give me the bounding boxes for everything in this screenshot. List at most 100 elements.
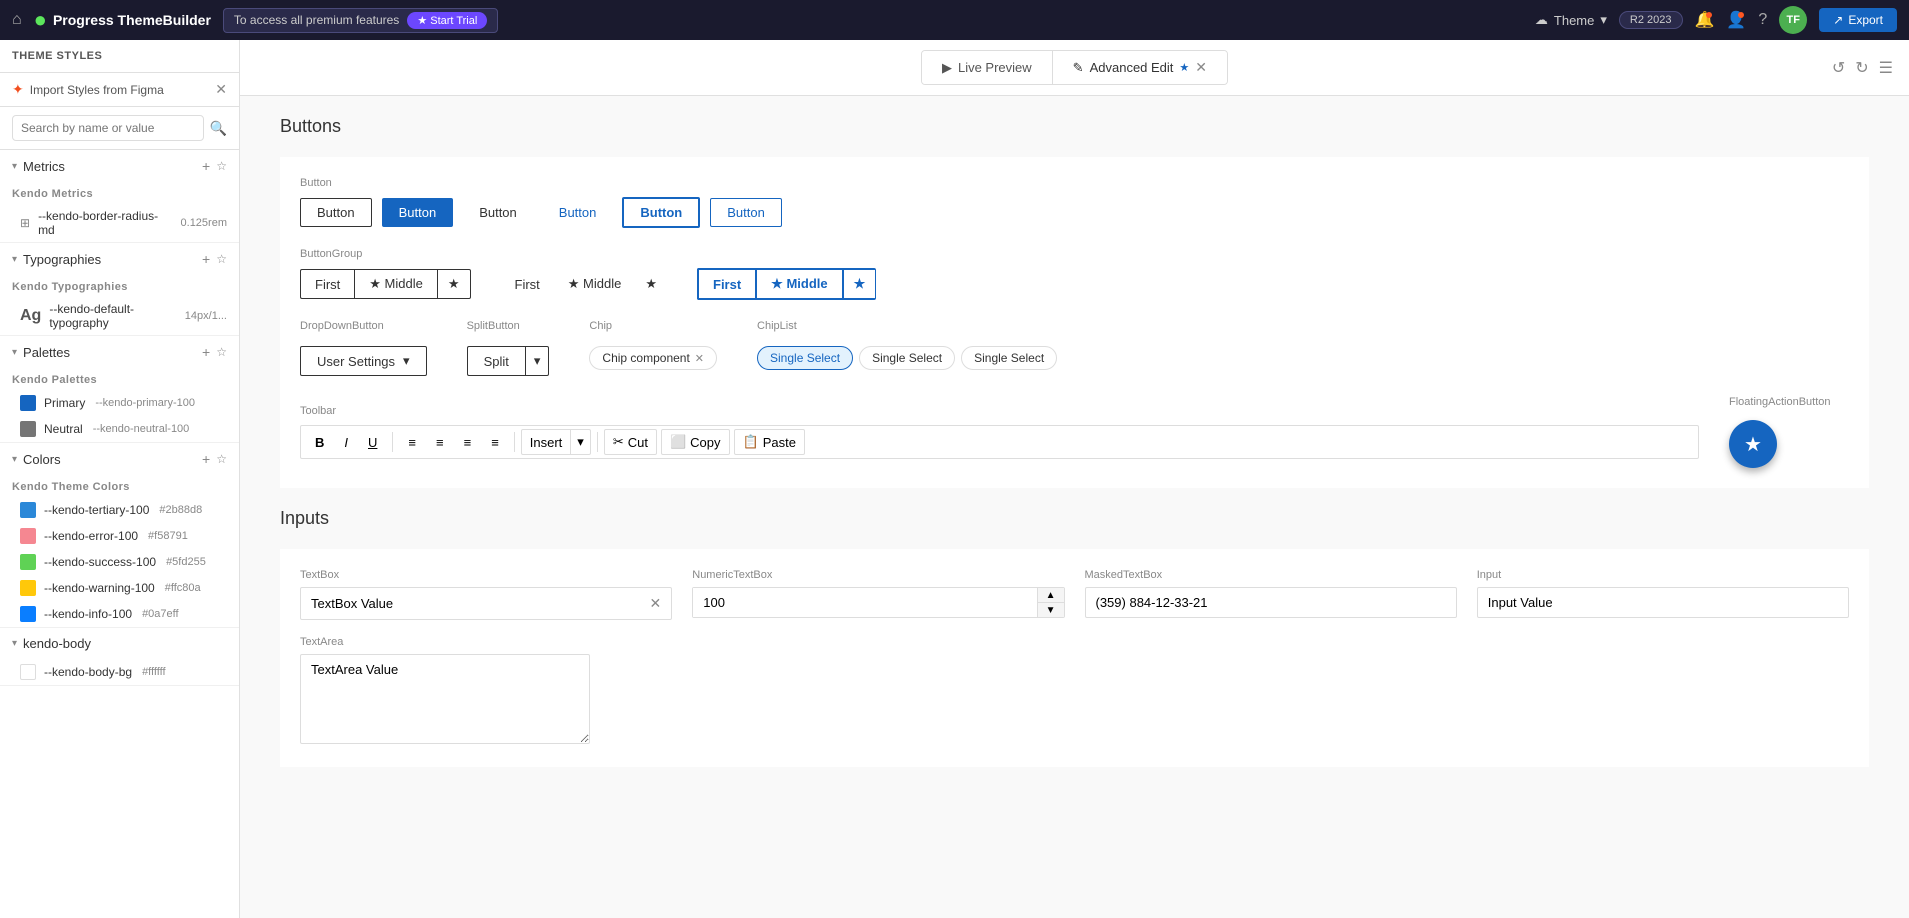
textbox-input[interactable] bbox=[311, 596, 644, 611]
primary-color-swatch bbox=[20, 395, 36, 411]
typographies-label: Typographies bbox=[23, 252, 196, 267]
figma-icon: ✦ bbox=[12, 81, 24, 98]
typography-default[interactable]: Ag --kendo-default-typography 14px/1... bbox=[0, 297, 239, 335]
toolbar-align-right-button[interactable]: ≡ bbox=[455, 430, 481, 455]
spinner-down-button[interactable]: ▼ bbox=[1038, 603, 1064, 617]
redo-button[interactable]: ↻ bbox=[1855, 58, 1868, 78]
add-metric-button[interactable]: + bbox=[202, 158, 210, 174]
advanced-edit-tab[interactable]: ✎ Advanced Edit ★ ✕ bbox=[1053, 51, 1227, 84]
btn-group1-middle[interactable]: ★ Middle bbox=[354, 269, 437, 299]
button-outline[interactable]: Button bbox=[300, 198, 372, 227]
btn-group3-first[interactable]: First bbox=[697, 268, 755, 300]
user-avatar[interactable]: TF bbox=[1779, 6, 1807, 34]
chip-component[interactable]: Chip component ✕ bbox=[589, 346, 717, 370]
advanced-edit-close-icon[interactable]: ✕ bbox=[1195, 59, 1207, 76]
numeric-input[interactable] bbox=[693, 588, 1036, 617]
toolbar-copy-button[interactable]: ⬜ Copy bbox=[661, 429, 730, 455]
btn-group2-star[interactable]: ★ bbox=[635, 270, 667, 298]
sidebar-section-metrics-header[interactable]: ▾ Metrics + ☆ bbox=[0, 150, 239, 182]
add-palette-button[interactable]: + bbox=[202, 344, 210, 360]
toolbar-align-center-button[interactable]: ≡ bbox=[427, 430, 453, 455]
palette-neutral[interactable]: Neutral --kendo-neutral-100 bbox=[0, 416, 239, 442]
toolbar-insert-arrow-button[interactable]: ▾ bbox=[571, 430, 590, 454]
masked-textbox-field[interactable] bbox=[1085, 587, 1457, 618]
toolbar-paste-button[interactable]: 📋 Paste bbox=[734, 429, 805, 455]
btn-group2-middle[interactable]: ★ Middle bbox=[554, 270, 636, 298]
button-outline-light[interactable]: Button bbox=[710, 198, 782, 227]
theme-selector[interactable]: ☁ Theme ▾ bbox=[1535, 12, 1607, 28]
color-tertiary[interactable]: --kendo-tertiary-100 #2b88d8 bbox=[0, 497, 239, 523]
dropdown-button[interactable]: User Settings ▾ bbox=[300, 346, 427, 376]
palette-primary[interactable]: Primary --kendo-primary-100 bbox=[0, 390, 239, 416]
toolbar-bold-button[interactable]: B bbox=[306, 430, 333, 455]
masked-textbox-input[interactable] bbox=[1096, 595, 1446, 610]
split-arrow-button[interactable]: ▾ bbox=[525, 346, 550, 376]
color-warning[interactable]: --kendo-warning-100 #ffc80a bbox=[0, 575, 239, 601]
kendo-body-section-header[interactable]: ▾ kendo-body bbox=[0, 628, 239, 659]
button-link[interactable]: Button bbox=[543, 199, 613, 226]
chip-item-3[interactable]: Single Select bbox=[961, 346, 1057, 370]
star-palettes-button[interactable]: ☆ bbox=[216, 345, 227, 359]
star-metrics-button[interactable]: ☆ bbox=[216, 159, 227, 173]
button-primary[interactable]: Button bbox=[382, 198, 454, 227]
live-preview-tab[interactable]: ▶ Live Preview bbox=[922, 51, 1053, 84]
add-typography-button[interactable]: + bbox=[202, 251, 210, 267]
toolbar-align-justify-button[interactable]: ≡ bbox=[482, 430, 508, 455]
textbox-field[interactable]: ✕ bbox=[300, 587, 672, 620]
figma-import-close-button[interactable]: ✕ bbox=[215, 81, 227, 98]
toolbar-cut-button[interactable]: ✂ Cut bbox=[604, 429, 657, 455]
toolbar-align-left-button[interactable]: ≡ bbox=[399, 430, 425, 455]
btn-group3-star[interactable]: ★ bbox=[842, 268, 877, 300]
start-trial-button[interactable]: ★ Start Trial bbox=[407, 12, 487, 29]
button-outline-primary[interactable]: Button bbox=[622, 197, 700, 228]
sidebar-section-palettes-header[interactable]: ▾ Palettes + ☆ bbox=[0, 336, 239, 368]
sidebar-section-metrics: ▾ Metrics + ☆ Kendo Metrics ⊞ --kendo-bo… bbox=[0, 150, 239, 243]
content-wrapper: Buttons Button Button Button Button Butt… bbox=[240, 96, 1909, 787]
split-main-button[interactable]: Split bbox=[467, 346, 525, 376]
color-info[interactable]: --kendo-info-100 #0a7eff bbox=[0, 601, 239, 627]
search-input[interactable] bbox=[12, 115, 204, 141]
btn-group1-first[interactable]: First bbox=[300, 269, 354, 299]
btn-group3-middle[interactable]: ★ Middle bbox=[755, 268, 841, 300]
settings-icon[interactable]: ☰ bbox=[1879, 58, 1893, 78]
top-navigation: ⌂ ● Progress ThemeBuilder To access all … bbox=[0, 0, 1909, 40]
undo-button[interactable]: ↺ bbox=[1832, 58, 1845, 78]
toolbar-insert-button[interactable]: Insert bbox=[522, 430, 572, 454]
metric-border-radius[interactable]: ⊞ --kendo-border-radius-md 0.125rem bbox=[0, 204, 239, 242]
star-typography-button[interactable]: ☆ bbox=[216, 252, 227, 266]
sidebar-section-colors-header[interactable]: ▾ Colors + ☆ bbox=[0, 443, 239, 475]
sidebar-section-typographies: ▾ Typographies + ☆ Kendo Typographies Ag… bbox=[0, 243, 239, 336]
input-input[interactable] bbox=[1488, 595, 1838, 610]
kendo-body-bg[interactable]: --kendo-body-bg #ffffff bbox=[0, 659, 239, 685]
star-colors-button[interactable]: ☆ bbox=[216, 452, 227, 466]
view-tab-group: ▶ Live Preview ✎ Advanced Edit ★ ✕ bbox=[921, 50, 1228, 85]
button-flat[interactable]: Button bbox=[463, 199, 533, 226]
paste-icon: 📋 bbox=[743, 434, 759, 450]
numeric-textbox-field[interactable]: ▲ ▼ bbox=[692, 587, 1064, 618]
toolbar-underline-button[interactable]: U bbox=[359, 430, 386, 455]
warning-color-swatch bbox=[20, 580, 36, 596]
textbox-clear-icon[interactable]: ✕ bbox=[650, 595, 662, 612]
chip-item-2[interactable]: Single Select bbox=[859, 346, 955, 370]
chiplist: Single Select Single Select Single Selec… bbox=[757, 346, 1057, 370]
btn-group2-first[interactable]: First bbox=[501, 270, 554, 298]
notifications-icon[interactable]: 🔔 bbox=[1695, 10, 1715, 30]
btn-group1-star[interactable]: ★ bbox=[437, 269, 471, 299]
home-icon[interactable]: ⌂ bbox=[12, 11, 22, 29]
floating-action-button[interactable]: ★ bbox=[1729, 420, 1777, 468]
spinner-up-button[interactable]: ▲ bbox=[1038, 588, 1064, 603]
chevron-down-icon: ▾ bbox=[12, 454, 17, 465]
figma-import-bar[interactable]: ✦ Import Styles from Figma ✕ bbox=[0, 73, 239, 107]
users-icon[interactable]: 👤 bbox=[1726, 10, 1746, 30]
textarea-input[interactable]: TextArea Value bbox=[300, 654, 590, 744]
chip-close-icon[interactable]: ✕ bbox=[695, 352, 704, 365]
sidebar-section-typographies-header[interactable]: ▾ Typographies + ☆ bbox=[0, 243, 239, 275]
input-field[interactable] bbox=[1477, 587, 1849, 618]
chip-item-1[interactable]: Single Select bbox=[757, 346, 853, 370]
toolbar-italic-button[interactable]: I bbox=[335, 430, 357, 455]
add-color-button[interactable]: + bbox=[202, 451, 210, 467]
color-error[interactable]: --kendo-error-100 #f58791 bbox=[0, 523, 239, 549]
color-success[interactable]: --kendo-success-100 #5fd255 bbox=[0, 549, 239, 575]
help-icon[interactable]: ? bbox=[1758, 11, 1767, 29]
export-button[interactable]: ↗ Export bbox=[1819, 8, 1897, 32]
